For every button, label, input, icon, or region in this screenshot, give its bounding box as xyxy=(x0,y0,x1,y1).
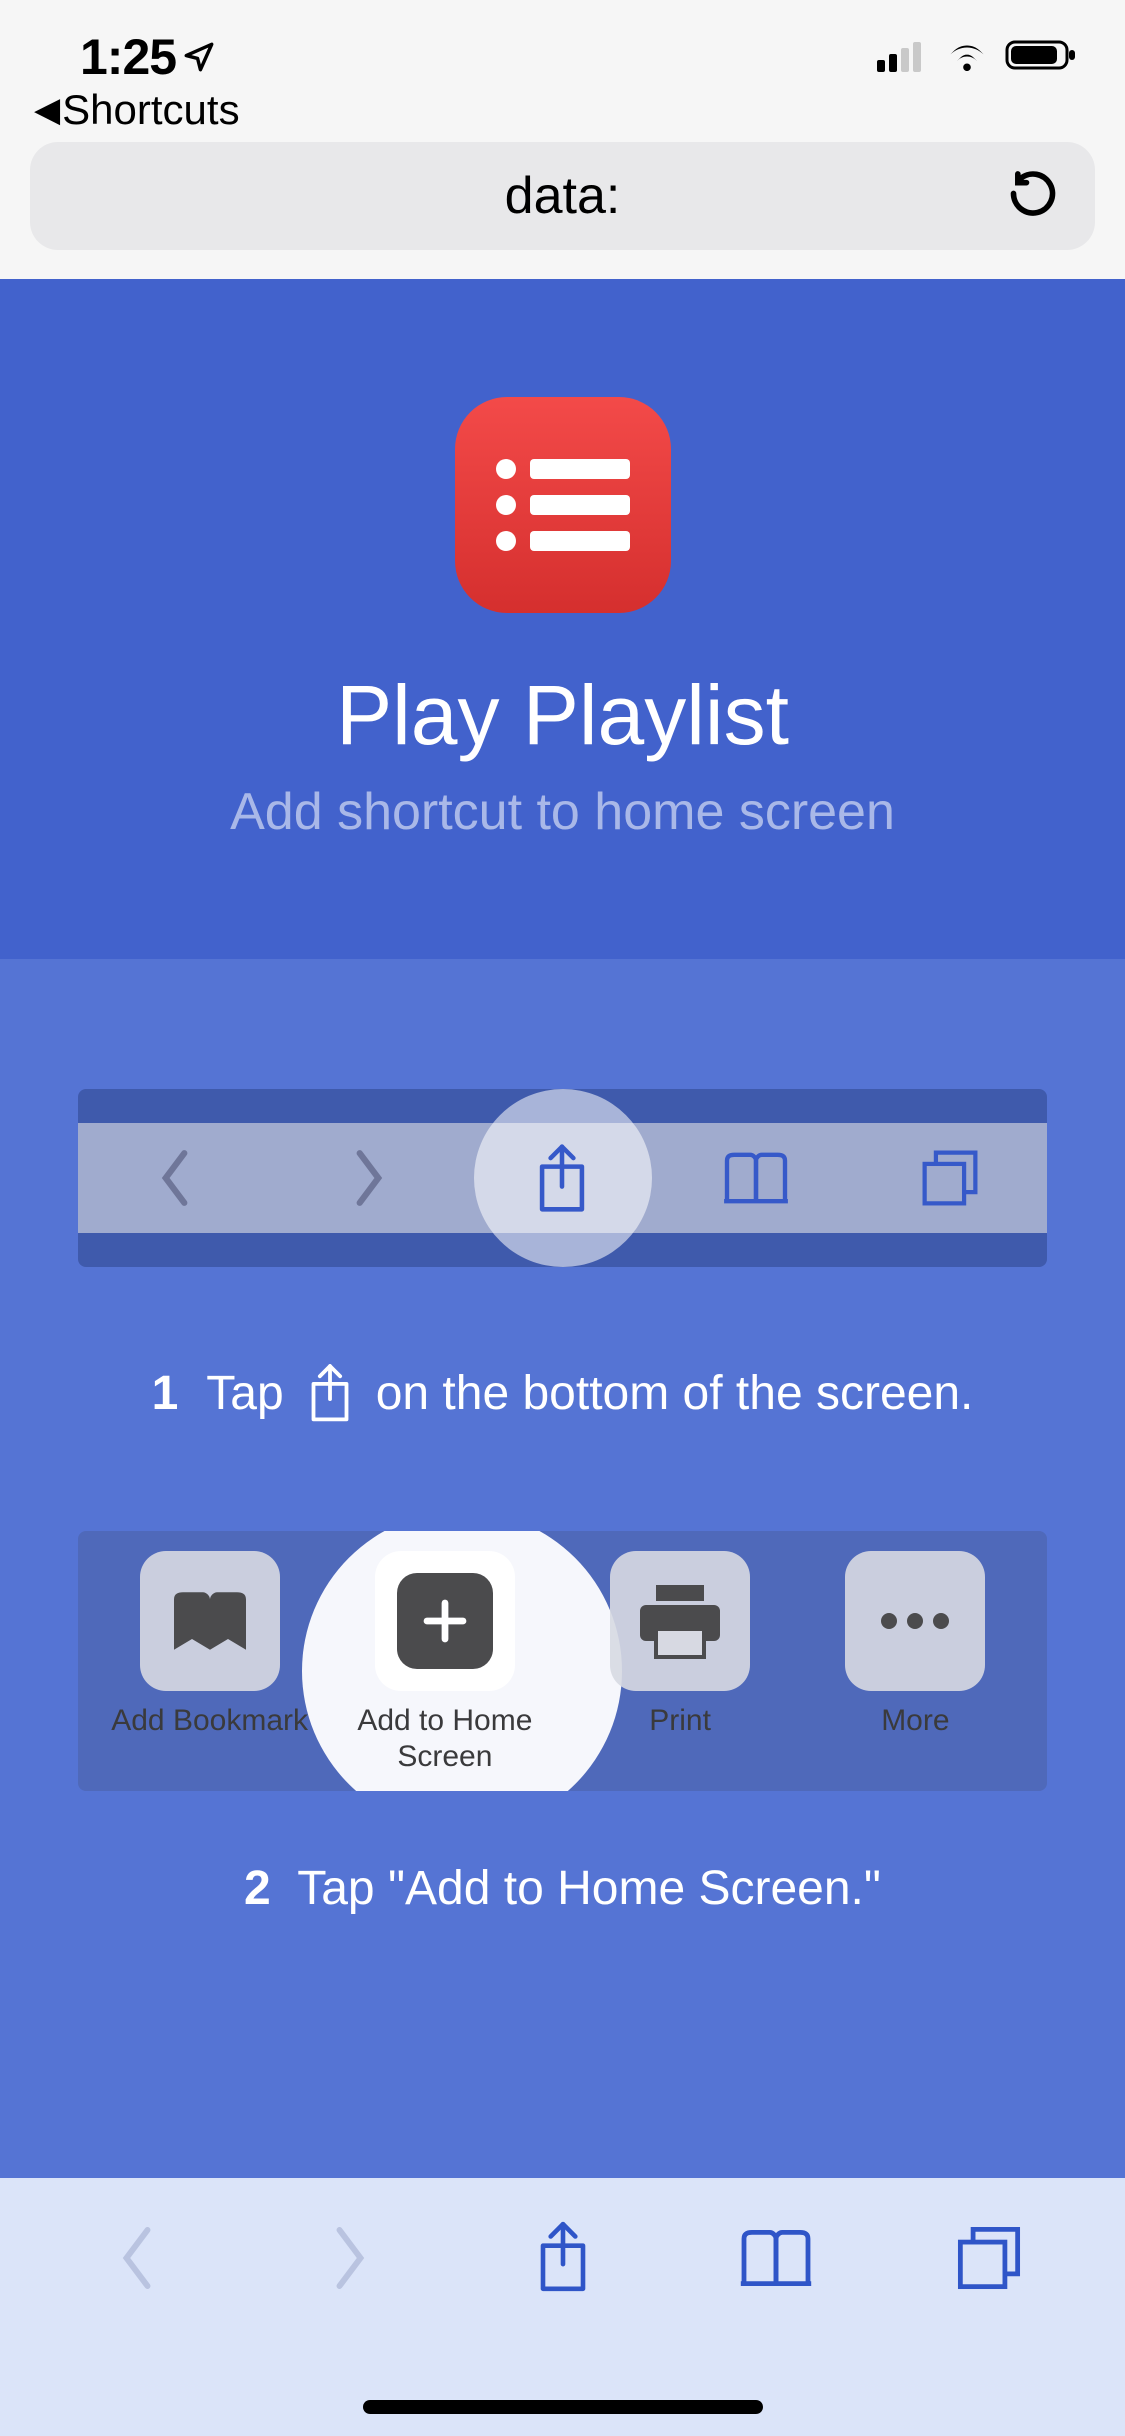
home-indicator[interactable] xyxy=(363,2400,763,2414)
step-1: 1 Tap on the bottom of the screen. xyxy=(78,1357,1047,1431)
hero-title: Play Playlist xyxy=(336,667,789,764)
tabs-button[interactable] xyxy=(893,2223,1085,2293)
nav-forward-button[interactable] xyxy=(254,2222,446,2294)
step-2-text: Tap "Add to Home Screen." xyxy=(297,1862,881,1915)
wifi-icon xyxy=(943,38,991,72)
action-label: Add to Home Screen xyxy=(341,1703,548,1775)
back-app-label: Shortcuts xyxy=(62,86,239,134)
location-services-icon xyxy=(182,28,216,86)
preview-forward-icon xyxy=(272,1147,466,1209)
action-more: More xyxy=(812,1551,1019,1739)
step-2: 2 Tap "Add to Home Screen." xyxy=(78,1861,1047,1916)
step-2-number: 2 xyxy=(244,1862,271,1915)
nav-back-button[interactable] xyxy=(41,2222,233,2294)
url-bar[interactable]: data: xyxy=(30,142,1095,250)
share-icon xyxy=(304,1361,356,1427)
safari-toolbar-preview xyxy=(78,1089,1047,1267)
reload-icon[interactable] xyxy=(1007,168,1059,225)
battery-icon xyxy=(1005,38,1077,72)
hero-subtitle: Add shortcut to home screen xyxy=(230,782,895,842)
preview-back-icon xyxy=(78,1147,272,1209)
action-print: Print xyxy=(577,1551,784,1739)
safari-bottom-toolbar xyxy=(0,2178,1125,2436)
status-time-label: 1:25 xyxy=(80,28,176,86)
bookmarks-button[interactable] xyxy=(680,2226,872,2290)
share-sheet-preview: Add Bookmark Add to Home Screen Print Mo… xyxy=(78,1531,1047,1791)
step-1-text-a: Tap xyxy=(206,1357,283,1431)
action-add-home-screen: Add to Home Screen xyxy=(341,1551,548,1775)
preview-tabs-icon xyxy=(853,1147,1047,1209)
url-text: data: xyxy=(505,166,621,226)
share-button[interactable] xyxy=(467,2218,659,2298)
step-1-text-b: on the bottom of the screen. xyxy=(376,1357,974,1431)
back-triangle-icon: ◀ xyxy=(34,90,60,130)
action-add-bookmark: Add Bookmark xyxy=(106,1551,313,1739)
preview-bookmarks-icon xyxy=(659,1149,853,1207)
action-label: Print xyxy=(649,1703,711,1739)
hero-section: Play Playlist Add shortcut to home scree… xyxy=(0,279,1125,959)
status-time: 1:25 xyxy=(80,28,216,86)
action-label: Add Bookmark xyxy=(111,1703,308,1739)
shortcut-app-icon xyxy=(455,397,671,613)
top-chrome: 1:25 ◀ Shortcuts data: xyxy=(0,0,1125,279)
preview-share-icon xyxy=(466,1141,660,1215)
back-to-app-breadcrumb[interactable]: ◀ Shortcuts xyxy=(34,86,240,134)
cellular-signal-icon xyxy=(877,38,929,72)
action-label: More xyxy=(881,1703,949,1739)
step-1-number: 1 xyxy=(152,1357,179,1431)
status-right xyxy=(877,38,1077,72)
instructions-section: 1 Tap on the bottom of the screen. Add B… xyxy=(0,959,1125,2178)
